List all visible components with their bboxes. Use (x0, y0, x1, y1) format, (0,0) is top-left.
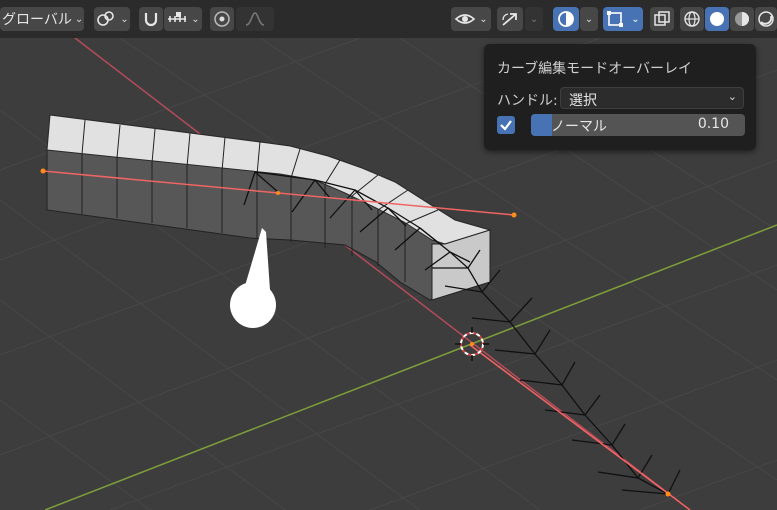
chevron-down-icon: ⌄ (529, 13, 539, 25)
normals-value: 0.10 (697, 116, 729, 132)
rendered-shading-icon (758, 11, 774, 27)
chevron-down-icon: ⌄ (727, 90, 737, 103)
overlay-toggle[interactable] (553, 7, 579, 31)
popover-title: カーブ編集モードオーバーレイ (497, 61, 693, 77)
chevron-down-icon: ⌄ (120, 13, 129, 25)
viewport-header: グローバル ⌄ ⌄ ⌄ ⌄ ⌄ ⌄ ⌄ (0, 0, 777, 38)
xray-toggle[interactable] (650, 7, 674, 31)
curve-edit-overlay-icon (607, 11, 624, 27)
curve-edit-overlay-popover: カーブ編集モードオーバーレイ ハンドル: 選択 ⌄ ノーマル 0.10 (484, 44, 756, 150)
falloff-dropdown[interactable] (236, 7, 274, 31)
shading-wireframe-button[interactable] (680, 7, 704, 31)
material-preview-icon (735, 12, 749, 26)
curve-control-point[interactable] (276, 191, 280, 195)
curve-edit-overlay-dropdown[interactable]: ⌄ (603, 7, 643, 31)
orientation-label: グローバル (2, 12, 72, 28)
overlay-icon (558, 11, 574, 27)
snap-target-dropdown[interactable]: ⌄ (164, 7, 202, 31)
chevron-down-icon: ⌄ (631, 13, 640, 25)
eye-icon (455, 14, 476, 24)
gizmo-toggle[interactable] (497, 7, 523, 31)
orientation-dropdown[interactable]: グローバル ⌄ (0, 7, 84, 31)
checkmark-icon (500, 120, 512, 131)
snap-increment-icon (168, 12, 187, 22)
handle-label: ハンドル: (497, 93, 558, 109)
solid-shading-icon (710, 12, 724, 26)
pivot-point-dropdown[interactable]: ⌄ (94, 7, 130, 31)
chevron-down-icon: ⌄ (191, 13, 200, 25)
shading-rendered-button[interactable] (755, 7, 777, 31)
chevron-down-icon: ⌄ (74, 13, 84, 25)
curve-handle-line-lower (469, 344, 691, 510)
normals-size-slider[interactable]: ノーマル 0.10 (531, 114, 745, 136)
gizmo-icon (502, 13, 517, 26)
chevron-down-icon: ⌄ (584, 13, 594, 25)
chevron-down-icon: ⌄ (479, 13, 488, 25)
wireframe-shading-icon (684, 11, 700, 27)
slider-fill (531, 114, 552, 136)
magnet-icon (144, 13, 158, 27)
pivot-icon (97, 11, 115, 26)
overlay-dropdown[interactable]: ⌄ (580, 7, 598, 31)
normals-checkbox[interactable] (497, 116, 515, 134)
gizmo-dropdown[interactable]: ⌄ (525, 7, 543, 31)
normals-label: ノーマル (551, 119, 607, 135)
proportional-edit-icon (214, 11, 230, 27)
shading-solid-button[interactable] (705, 7, 729, 31)
snap-toggle[interactable] (139, 7, 163, 31)
visibility-dropdown[interactable]: ⌄ (451, 7, 491, 31)
annotation-pointer (230, 228, 276, 328)
handle-select-value: 選択 (569, 93, 597, 109)
curve-end-point[interactable] (665, 491, 671, 497)
proportional-edit-toggle[interactable] (210, 7, 234, 31)
handle-point-left[interactable] (40, 168, 46, 174)
handle-point-right[interactable] (511, 212, 517, 218)
falloff-curve-icon (245, 12, 265, 26)
handle-select[interactable]: 選択 ⌄ (560, 87, 744, 109)
shading-material-button[interactable] (730, 7, 754, 31)
xray-icon (654, 11, 670, 26)
